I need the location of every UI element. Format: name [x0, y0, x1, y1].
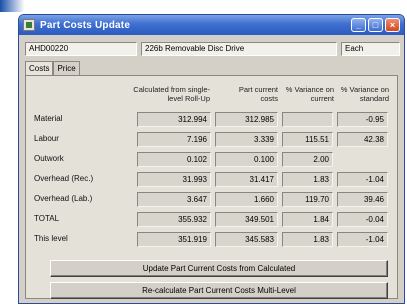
- part-description-field[interactable]: 226b Removable Disc Drive: [141, 42, 337, 56]
- overhead-rec-calculated: 31.993: [137, 172, 211, 187]
- row-label-material: Material: [34, 114, 63, 123]
- row-label-labour: Labour: [34, 134, 59, 143]
- tab-costs[interactable]: Costs: [25, 61, 54, 76]
- labour-variance-standard: 42.38: [337, 132, 388, 147]
- total-variance-current: 1.84: [282, 212, 333, 227]
- row-label-this-level: This level: [34, 234, 68, 243]
- part-number-field[interactable]: AHD00220: [25, 42, 137, 56]
- unit-field[interactable]: Each: [341, 42, 400, 56]
- outwork-current: 0.100: [215, 152, 278, 167]
- material-current: 312.985: [215, 112, 278, 127]
- material-calculated: 312.994: [137, 112, 211, 127]
- title-bar: Part Costs Update _ □ ×: [19, 15, 404, 35]
- column-header-calculated: Calculated from single-level Roll-Up: [133, 85, 210, 103]
- update-costs-button[interactable]: Update Part Current Costs from Calculate…: [50, 260, 388, 277]
- maximize-icon[interactable]: □: [368, 18, 383, 32]
- overhead-lab-variance-current: 119.70: [282, 192, 333, 207]
- this-level-current: 345.583: [215, 232, 278, 247]
- recalculate-multilevel-button[interactable]: Re-calculate Part Current Costs Multi-Le…: [50, 282, 388, 299]
- labour-calculated: 7.196: [137, 132, 211, 147]
- overhead-rec-variance-current: 1.83: [282, 172, 333, 187]
- part-header: AHD00220 226b Removable Disc Drive Each: [25, 42, 400, 56]
- this-level-variance-standard: -1.04: [337, 232, 388, 247]
- column-header-variance-current: % Variance on current: [285, 85, 334, 103]
- column-header-variance-standard: % Variance on standard: [340, 85, 389, 103]
- background-decoration: [0, 0, 407, 12]
- costs-panel: Calculated from single-level Roll-Up Par…: [25, 75, 398, 299]
- overhead-rec-variance-standard: -1.04: [337, 172, 388, 187]
- part-costs-window: Part Costs Update _ □ × AHD00220 226b Re…: [18, 14, 405, 304]
- labour-variance-current: 115.51: [282, 132, 333, 147]
- total-calculated: 355.932: [137, 212, 211, 227]
- this-level-calculated: 351.919: [137, 232, 211, 247]
- outwork-variance-current: 2.00: [282, 152, 333, 167]
- overhead-lab-current: 1.660: [215, 192, 278, 207]
- row-label-overhead-lab: Overhead (Lab.): [34, 194, 93, 203]
- overhead-lab-calculated: 3.647: [137, 192, 211, 207]
- column-header-current: Part current costs: [238, 85, 278, 103]
- row-label-total: TOTAL: [34, 214, 60, 223]
- total-current: 349.501: [215, 212, 278, 227]
- this-level-variance-current: 1.83: [282, 232, 333, 247]
- tab-strip: Costs Price: [25, 61, 80, 76]
- row-label-outwork: Outwork: [34, 154, 64, 163]
- app-icon: [23, 19, 35, 31]
- window-title: Part Costs Update: [40, 19, 131, 31]
- close-icon[interactable]: ×: [385, 18, 400, 32]
- row-label-overhead-rec: Overhead (Rec.): [34, 174, 94, 183]
- tab-price[interactable]: Price: [53, 61, 80, 75]
- minimize-icon[interactable]: _: [351, 18, 366, 32]
- material-variance-standard: -0.95: [337, 112, 388, 127]
- total-variance-standard: -0.04: [337, 212, 388, 227]
- overhead-lab-variance-standard: 39.46: [337, 192, 388, 207]
- overhead-rec-current: 31.417: [215, 172, 278, 187]
- labour-current: 3.339: [215, 132, 278, 147]
- material-variance-current: [282, 112, 333, 127]
- outwork-calculated: 0.102: [137, 152, 211, 167]
